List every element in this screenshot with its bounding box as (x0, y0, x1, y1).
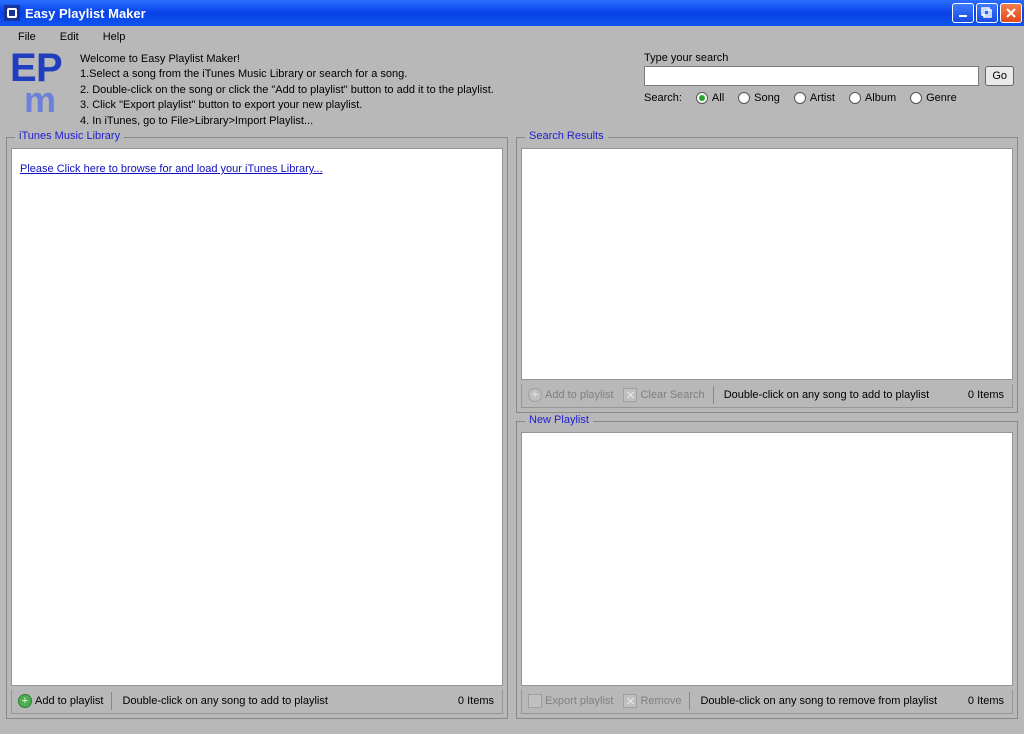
menu-help[interactable]: Help (93, 29, 136, 45)
menu-file[interactable]: File (8, 29, 46, 45)
plus-icon: + (528, 388, 542, 402)
search-input[interactable] (644, 66, 979, 86)
search-label: Type your search (644, 52, 1014, 64)
menu-bar: File Edit Help (0, 26, 1024, 48)
welcome-step1: 1.Select a song from the iTunes Music Li… (80, 67, 494, 82)
panel-library: iTunes Music Library Please Click here t… (6, 137, 508, 719)
panel-search-legend: Search Results (525, 130, 608, 142)
panel-newpl-legend: New Playlist (525, 414, 593, 426)
welcome-heading: Welcome to Easy Playlist Maker! (80, 52, 494, 67)
maximize-button[interactable] (976, 3, 998, 23)
radio-icon (849, 92, 861, 104)
app-icon (4, 5, 20, 21)
radio-icon (910, 92, 922, 104)
close-button[interactable] (1000, 3, 1022, 23)
panel-library-legend: iTunes Music Library (15, 130, 124, 142)
main-area: iTunes Music Library Please Click here t… (0, 137, 1024, 725)
search-go-button[interactable]: Go (985, 66, 1014, 86)
radio-icon (696, 92, 708, 104)
results-footer: + Add to playlist ✕ Clear Search Double-… (521, 384, 1013, 408)
welcome-step4: 4. In iTunes, go to File>Library>Import … (80, 114, 494, 129)
export-playlist-button: Export playlist (526, 694, 615, 708)
remove-button: ✕ Remove (621, 694, 683, 708)
search-filter-label: Search: (644, 92, 682, 104)
radio-icon (738, 92, 750, 104)
top-area: EPm Welcome to Easy Playlist Maker! 1.Se… (0, 48, 1024, 137)
library-add-button[interactable]: + Add to playlist (16, 694, 105, 708)
load-library-link[interactable]: Please Click here to browse for and load… (20, 163, 323, 175)
results-count: 0 Items (968, 389, 1008, 401)
welcome-instructions: Welcome to Easy Playlist Maker! 1.Select… (80, 52, 494, 129)
radio-artist[interactable]: Artist (794, 92, 835, 104)
x-icon: ✕ (623, 694, 637, 708)
panel-search-results: Search Results + Add to playlist ✕ Clear… (516, 137, 1018, 413)
x-icon: ✕ (623, 388, 637, 402)
window-titlebar: Easy Playlist Maker (0, 0, 1024, 26)
export-icon (528, 694, 542, 708)
app-logo: EPm (10, 52, 70, 122)
panel-new-playlist: New Playlist Export playlist ✕ Remove Do… (516, 421, 1018, 719)
library-footer: + Add to playlist Double-click on any so… (11, 690, 503, 714)
welcome-step2: 2. Double-click on the song or click the… (80, 83, 494, 98)
plus-icon: + (18, 694, 32, 708)
radio-genre[interactable]: Genre (910, 92, 957, 104)
new-playlist-list[interactable] (521, 432, 1013, 686)
search-results-list[interactable] (521, 148, 1013, 380)
results-add-button: + Add to playlist (526, 388, 615, 402)
divider (713, 386, 714, 404)
newpl-footer: Export playlist ✕ Remove Double-click on… (521, 690, 1013, 714)
results-hint: Double-click on any song to add to playl… (720, 389, 962, 401)
newpl-hint: Double-click on any song to remove from … (696, 695, 961, 707)
window-title: Easy Playlist Maker (25, 6, 952, 21)
menu-edit[interactable]: Edit (50, 29, 89, 45)
divider (689, 692, 690, 710)
radio-icon (794, 92, 806, 104)
newpl-count: 0 Items (968, 695, 1008, 707)
radio-song[interactable]: Song (738, 92, 780, 104)
radio-album[interactable]: Album (849, 92, 896, 104)
welcome-step3: 3. Click "Export playlist" button to exp… (80, 98, 494, 113)
divider (111, 692, 112, 710)
library-hint: Double-click on any song to add to playl… (118, 695, 451, 707)
radio-all[interactable]: All (696, 92, 724, 104)
results-clear-button: ✕ Clear Search (621, 388, 706, 402)
library-count: 0 Items (458, 695, 498, 707)
minimize-button[interactable] (952, 3, 974, 23)
library-list[interactable]: Please Click here to browse for and load… (11, 148, 503, 686)
